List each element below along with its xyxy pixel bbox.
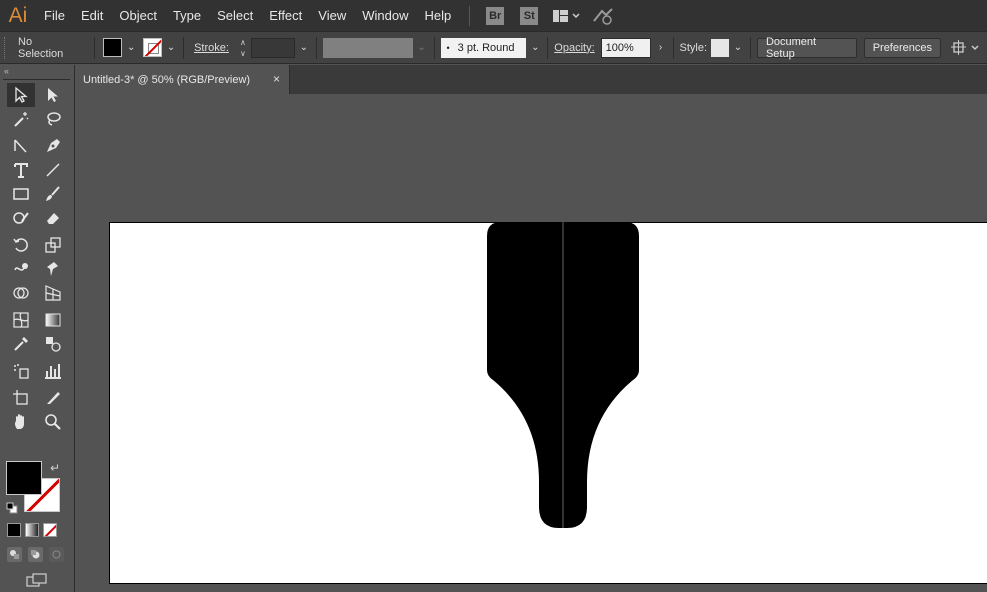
illustrator-logo: Ai bbox=[8, 3, 28, 27]
fill-stroke-controls: ↵ bbox=[6, 461, 64, 516]
menu-type[interactable]: Type bbox=[165, 0, 209, 31]
lasso-tool-icon[interactable] bbox=[39, 107, 67, 131]
fill-color-box[interactable] bbox=[6, 461, 42, 495]
document-tab-bar: Untitled-3* @ 50% (RGB/Preview) × bbox=[75, 65, 987, 94]
menu-window[interactable]: Window bbox=[354, 0, 416, 31]
control-bar: No Selection ⌄ ⌄ Stroke: ∧ ∨ ⌄ ⌄ • 3 pt. … bbox=[0, 31, 987, 64]
stroke-weight-field[interactable] bbox=[250, 37, 295, 58]
brush-dot-icon: • bbox=[446, 42, 450, 53]
align-options-icon[interactable] bbox=[951, 39, 981, 56]
stroke-weight-stepper[interactable]: ∧ ∨ bbox=[237, 38, 249, 58]
separator bbox=[183, 36, 185, 59]
gradient-tool-icon[interactable] bbox=[39, 308, 67, 332]
document-tab[interactable]: Untitled-3* @ 50% (RGB/Preview) × bbox=[75, 65, 290, 94]
artboard-tool-icon[interactable] bbox=[7, 386, 35, 410]
style-label: Style: bbox=[679, 41, 708, 54]
variable-width-profile[interactable] bbox=[322, 37, 413, 58]
opacity-value: 100% bbox=[605, 41, 634, 54]
menu-effect[interactable]: Effect bbox=[261, 0, 310, 31]
brush-value: 3 pt. Round bbox=[457, 41, 515, 54]
gradient-mode-icon[interactable] bbox=[25, 523, 39, 537]
stroke-swatch[interactable] bbox=[143, 38, 163, 57]
slice-tool-icon[interactable] bbox=[39, 386, 67, 410]
rotate-tool-icon[interactable] bbox=[7, 233, 35, 257]
chevron-down-icon[interactable]: ⌄ bbox=[529, 38, 541, 58]
anchor-point-tool-icon[interactable] bbox=[7, 134, 35, 158]
graphic-style-swatch[interactable] bbox=[711, 38, 729, 57]
separator bbox=[672, 36, 674, 59]
menu-object[interactable]: Object bbox=[111, 0, 165, 31]
collapse-panel-icon[interactable]: « bbox=[4, 66, 9, 76]
color-mode-icon[interactable] bbox=[7, 523, 21, 537]
pen-tool-icon[interactable] bbox=[39, 134, 67, 158]
separator bbox=[547, 36, 549, 59]
symbol-sprayer-tool-icon[interactable] bbox=[7, 359, 35, 383]
type-tool-icon[interactable] bbox=[7, 158, 35, 182]
stock-icon[interactable]: St bbox=[520, 6, 539, 25]
menu-edit[interactable]: Edit bbox=[73, 0, 111, 31]
panel-grip[interactable] bbox=[4, 36, 8, 59]
separator bbox=[315, 36, 317, 59]
default-fill-stroke-icon[interactable] bbox=[6, 502, 18, 514]
workspace-layout-icon[interactable] bbox=[552, 9, 580, 23]
eyedropper-tool-icon[interactable] bbox=[7, 332, 35, 356]
brush-definition[interactable]: • 3 pt. Round bbox=[440, 37, 527, 58]
menu-help[interactable]: Help bbox=[416, 0, 459, 31]
menu-file[interactable]: File bbox=[36, 0, 73, 31]
opacity-label[interactable]: Opacity: bbox=[554, 42, 594, 54]
chevron-down-icon[interactable]: ⌄ bbox=[165, 38, 177, 58]
stroke-label[interactable]: Stroke: bbox=[194, 42, 229, 54]
perspective-grid-tool-icon[interactable] bbox=[39, 281, 67, 305]
menu-select[interactable]: Select bbox=[209, 0, 261, 31]
preferences-button[interactable]: Preferences bbox=[863, 37, 941, 58]
document-tab-title: Untitled-3* @ 50% (RGB/Preview) bbox=[83, 73, 251, 86]
document-setup-button[interactable]: Document Setup bbox=[756, 36, 857, 60]
draw-behind-icon[interactable] bbox=[28, 547, 43, 562]
selection-status: No Selection bbox=[18, 35, 64, 60]
selection-tool-icon[interactable] bbox=[7, 83, 35, 107]
change-screen-mode-icon[interactable] bbox=[26, 573, 47, 587]
chevron-down-icon[interactable]: ⌄ bbox=[732, 38, 744, 58]
close-icon[interactable]: × bbox=[273, 72, 280, 86]
separator bbox=[749, 36, 751, 59]
direct-selection-tool-icon[interactable] bbox=[39, 83, 67, 107]
chevron-down-icon[interactable]: ⌄ bbox=[298, 38, 310, 58]
menu-bar: Ai File Edit Object Type Select Effect V… bbox=[0, 0, 987, 31]
color-mode-buttons bbox=[7, 523, 57, 537]
puppet-warp-tool-icon[interactable] bbox=[39, 257, 67, 281]
zoom-tool-icon[interactable] bbox=[39, 410, 67, 434]
menu-separator bbox=[469, 5, 471, 26]
menu-view[interactable]: View bbox=[310, 0, 354, 31]
gpu-performance-icon[interactable] bbox=[592, 7, 614, 25]
draw-mode-buttons bbox=[7, 547, 64, 562]
chevron-down-icon[interactable]: ⌄ bbox=[416, 38, 428, 58]
blend-tool-icon[interactable] bbox=[39, 332, 67, 356]
pen-nib-shape[interactable] bbox=[487, 222, 639, 528]
separator bbox=[433, 36, 435, 59]
none-mode-icon[interactable] bbox=[43, 523, 57, 537]
bridge-icon[interactable]: Br bbox=[486, 6, 505, 25]
column-graph-tool-icon[interactable] bbox=[39, 359, 67, 383]
shaper-tool-icon[interactable] bbox=[7, 206, 35, 230]
warp-tool-icon[interactable] bbox=[7, 257, 35, 281]
swap-fill-stroke-icon[interactable]: ↵ bbox=[50, 461, 60, 475]
chevron-right-icon[interactable]: › bbox=[655, 38, 667, 58]
rectangle-tool-icon[interactable] bbox=[7, 182, 35, 206]
magic-wand-tool-icon[interactable] bbox=[7, 107, 35, 131]
line-segment-tool-icon[interactable] bbox=[39, 158, 67, 182]
draw-inside-icon[interactable] bbox=[49, 547, 64, 562]
fill-swatch[interactable] bbox=[103, 38, 123, 57]
eraser-tool-icon[interactable] bbox=[39, 206, 67, 230]
mesh-tool-icon[interactable] bbox=[7, 308, 35, 332]
draw-normal-icon[interactable] bbox=[7, 547, 22, 562]
scale-tool-icon[interactable] bbox=[39, 233, 67, 257]
shape-builder-tool-icon[interactable] bbox=[7, 281, 35, 305]
separator bbox=[94, 36, 96, 59]
hand-tool-icon[interactable] bbox=[7, 410, 35, 434]
chevron-down-icon[interactable]: ⌄ bbox=[125, 38, 137, 58]
paintbrush-tool-icon[interactable] bbox=[39, 182, 67, 206]
opacity-field[interactable]: 100% bbox=[600, 37, 651, 58]
